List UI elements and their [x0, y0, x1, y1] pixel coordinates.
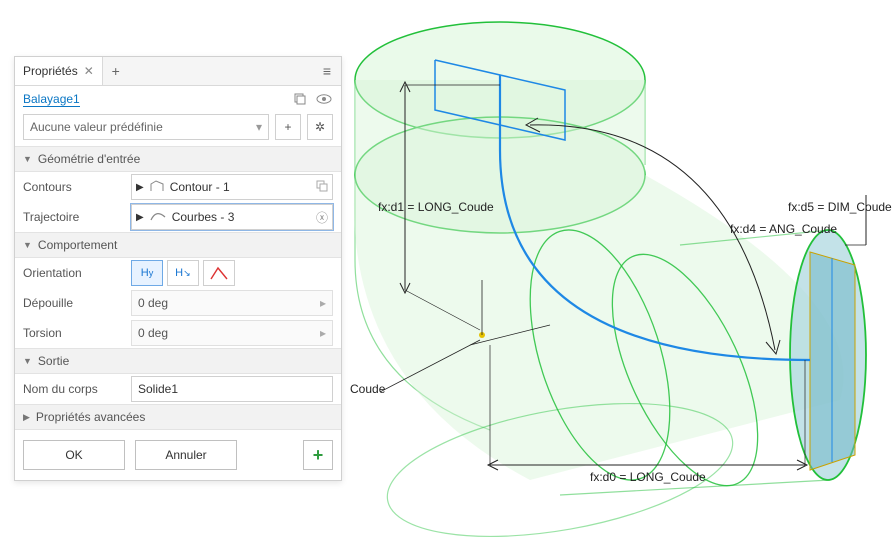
section-output[interactable]: ▼ Sortie [15, 348, 341, 374]
panel-menu-icon[interactable]: ≡ [313, 63, 341, 79]
section-behavior[interactable]: ▼ Comportement [15, 232, 341, 258]
preset-dropdown[interactable]: Aucune valeur prédéfinie ▾ [23, 114, 269, 140]
body-name-value: Solide1 [138, 382, 178, 396]
pointer-icon: ▶ [136, 182, 144, 193]
section-title: Sortie [38, 354, 69, 368]
label-twist: Torsion [23, 326, 123, 340]
body-name-input[interactable]: Solide1 [131, 376, 333, 402]
orientation-guide[interactable] [203, 260, 235, 286]
label-trajectory: Trajectoire [23, 210, 123, 224]
copy-selection-icon[interactable] [316, 180, 328, 195]
preset-settings-button[interactable]: ✲ [307, 114, 333, 140]
taper-input[interactable]: 0 deg ▸ [131, 290, 333, 316]
twist-value: 0 deg [138, 326, 168, 340]
viewport-3d[interactable]: fx:d1 = LONG_Coude fx:d0 = LONG_Coude fx… [350, 0, 894, 538]
feature-name-link[interactable]: Balayage1 [23, 92, 80, 107]
contours-value: Contour - 1 [170, 180, 230, 194]
pointer-icon: ▶ [136, 212, 144, 223]
chevron-right-icon: ▸ [320, 326, 326, 340]
chevron-down-icon: ▼ [23, 356, 32, 366]
chevron-right-icon: ▸ [320, 296, 326, 310]
orientation-fixed[interactable]: H↘ [167, 260, 199, 286]
dimension-d0[interactable]: fx:d0 = LONG_Coude [590, 470, 706, 484]
label-taper: Dépouille [23, 296, 123, 310]
trajectory-value: Courbes - 3 [172, 210, 235, 224]
tab-title: Propriétés [23, 64, 78, 78]
apply-and-new-button[interactable]: + [303, 440, 333, 470]
tab-properties[interactable]: Propriétés ✕ [15, 57, 103, 85]
dimension-d4[interactable]: fx:d4 = ANG_Coude [730, 222, 837, 236]
chevron-down-icon: ▼ [23, 154, 32, 164]
dimension-d1[interactable]: fx:d1 = LONG_Coude [378, 200, 494, 214]
gear-icon: ✲ [315, 120, 325, 134]
panel-tabbar: Propriétés ✕ + ≡ [15, 57, 341, 86]
ok-button[interactable]: OK [23, 440, 125, 470]
profile-icon [150, 180, 164, 195]
clear-selection-icon[interactable]: ⓧ [316, 209, 328, 226]
trajectory-selector[interactable]: ▶ Courbes - 3 ⓧ [131, 204, 333, 230]
visibility-icon[interactable] [315, 90, 333, 108]
copy-icon[interactable] [291, 90, 309, 108]
section-title: Propriétés avancées [36, 410, 145, 424]
add-tab-button[interactable]: + [103, 63, 129, 79]
properties-panel: Propriétés ✕ + ≡ Balayage1 Aucune valeur… [14, 56, 342, 481]
preset-placeholder: Aucune valeur prédéfinie [30, 120, 163, 134]
chevron-down-icon: ▼ [23, 240, 32, 250]
add-preset-button[interactable]: + [275, 114, 301, 140]
close-icon[interactable]: ✕ [84, 64, 94, 78]
label-body-name: Nom du corps [23, 382, 123, 396]
dimension-d5[interactable]: fx:d5 = DIM_Coude [788, 200, 892, 214]
section-input-geometry[interactable]: ▼ Géométrie d'entrée [15, 146, 341, 172]
orientation-follow-path[interactable]: Hy [131, 260, 163, 286]
cancel-button[interactable]: Annuler [135, 440, 237, 470]
section-title: Comportement [38, 238, 117, 252]
taper-value: 0 deg [138, 296, 168, 310]
curve-icon [150, 210, 166, 224]
label-orientation: Orientation [23, 266, 123, 280]
section-advanced[interactable]: ▶ Propriétés avancées [15, 404, 341, 430]
chevron-down-icon: ▾ [256, 120, 262, 134]
contours-selector[interactable]: ▶ Contour - 1 [131, 174, 333, 200]
part-label[interactable]: Coude [350, 382, 385, 396]
label-contours: Contours [23, 180, 123, 194]
section-title: Géométrie d'entrée [38, 152, 140, 166]
chevron-right-icon: ▶ [23, 412, 30, 423]
twist-input[interactable]: 0 deg ▸ [131, 320, 333, 346]
